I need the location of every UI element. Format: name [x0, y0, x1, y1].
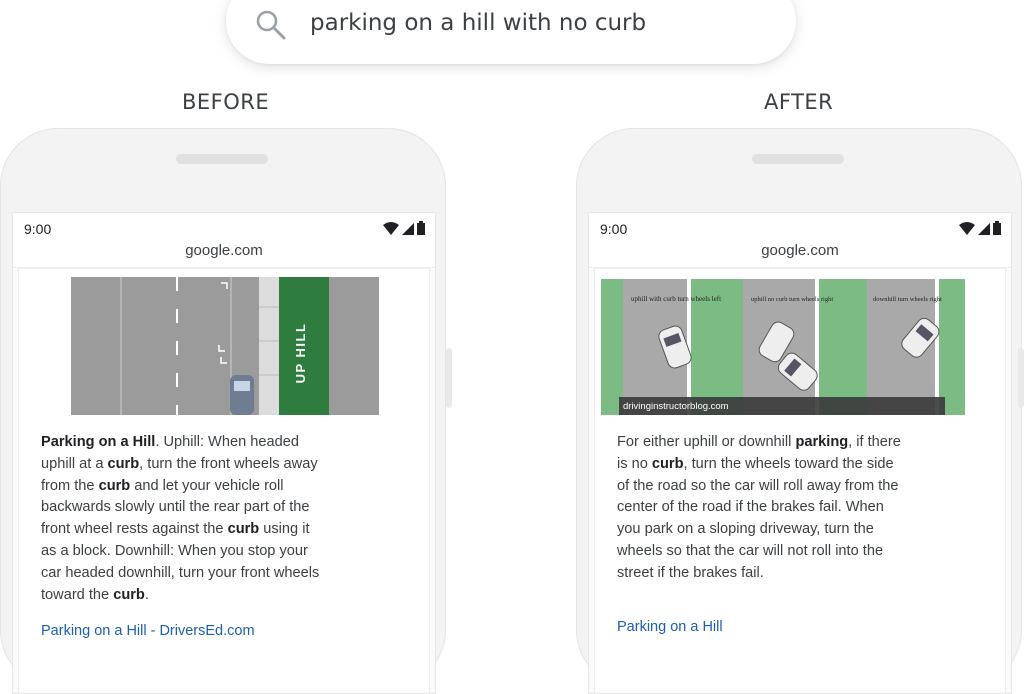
snippet-line: from the curb and let your vehicle roll	[41, 476, 319, 498]
snippet-fragment: is no	[617, 455, 652, 472]
snippet-line: as a block. Downhill: When you stop your	[41, 541, 319, 563]
signal-icon	[402, 223, 414, 235]
snippet-fragment: , turn the wheels toward the side	[683, 455, 894, 472]
snippet-line: For either uphill or downhill parking, i…	[617, 432, 901, 454]
search-query[interactable]: parking on a hill with no curb	[310, 10, 646, 36]
snippet-fragment: street if the brakes fail.	[617, 564, 764, 581]
snippet-line: Parking on a Hill. Uphill: When headed	[41, 432, 319, 454]
featured-snippet-card: uphill with curb turn wheels left uphill…	[595, 269, 1005, 693]
search-icon	[256, 10, 286, 40]
snippet-fragment: , if there	[848, 434, 901, 450]
bold-term: Parking on a Hill	[41, 434, 156, 450]
up-hill-label: UP HILL	[293, 323, 308, 384]
snippet-image[interactable]: uphill with curb turn wheels left uphill…	[601, 279, 965, 415]
snippet-line: center of the road if the brakes fail. W…	[617, 497, 901, 519]
url-bar[interactable]: google.com	[589, 241, 1011, 268]
snippet-image[interactable]: UP HILL	[71, 277, 379, 415]
snippet-fragment: toward the	[41, 586, 114, 603]
snippet-fragment: , turn the front wheels away	[139, 455, 318, 472]
image-credit: drivinginstructorblog.com	[623, 401, 729, 412]
snippet-fragment: wheels so that the car will not roll int…	[617, 542, 884, 559]
phone-speaker	[176, 154, 268, 164]
snippet-fragment: front wheel rests against the	[41, 521, 228, 538]
snippet-fragment: and let your vehicle roll	[130, 477, 284, 494]
status-bar: 9:00	[13, 213, 435, 241]
snippet-line: front wheel rests against the curb using…	[41, 519, 319, 541]
caption-1: uphill with curb turn wheels left	[631, 295, 721, 303]
battery-icon	[417, 221, 425, 235]
snippet-fragment: uphill at a	[41, 455, 108, 472]
after-phone: 9:00 google.com uphill with curb turn wh…	[576, 128, 1022, 694]
signal-icon	[978, 223, 990, 235]
snippet-line: wheels so that the car will not roll int…	[617, 541, 901, 563]
after-label: AFTER	[764, 90, 834, 114]
snippet-line: uphill at a curb, turn the front wheels …	[41, 454, 319, 476]
snippet-fragment: center of the road if the brakes fail. W…	[617, 499, 884, 516]
bold-term: curb	[227, 521, 260, 538]
snippet-text: For either uphill or downhill parking, i…	[617, 432, 901, 585]
bold-term: curb	[107, 455, 140, 472]
snippet-fragment: you park on a sloping driveway, turn the	[617, 521, 874, 538]
results-page: uphill with curb turn wheels left uphill…	[589, 269, 1011, 693]
snippet-line: of the road so the car will roll away fr…	[617, 476, 901, 498]
snippet-fragment: backwards slowly until the rear part of …	[41, 499, 310, 516]
snippet-fragment: . Uphill: When headed	[155, 434, 299, 450]
status-time: 9:00	[600, 221, 628, 237]
snippet-fragment: as a block. Downhill: When you stop your	[41, 542, 308, 559]
search-bar[interactable]: parking on a hill with no curb	[226, 0, 796, 64]
status-bar: 9:00	[589, 213, 1011, 241]
snippet-fragment: car headed downhill, turn your front whe…	[41, 564, 320, 581]
phone-screen: 9:00 google.com UP HILL Parking on a Hil…	[12, 212, 436, 694]
url-bar[interactable]: google.com	[13, 241, 435, 268]
snippet-fragment: For either uphill or downhill	[617, 434, 796, 450]
featured-snippet-card: UP HILL Parking on a Hill. Uphill: When …	[19, 269, 429, 693]
snippet-line: you park on a sloping driveway, turn the	[617, 519, 901, 541]
status-icons	[383, 221, 425, 235]
before-phone: 9:00 google.com UP HILL Parking on a Hil…	[0, 128, 446, 694]
result-link[interactable]: Parking on a Hill - DriversEd.com	[41, 623, 255, 639]
snippet-fragment: using it	[259, 521, 310, 538]
phone-speaker	[752, 154, 844, 164]
caption-2: uphill no curb turn wheels right	[751, 296, 833, 303]
before-label: BEFORE	[182, 90, 270, 114]
snippet-fragment: from the	[41, 477, 99, 494]
status-time: 9:00	[24, 221, 52, 237]
bold-term: curb	[113, 586, 145, 603]
snippet-line: street if the brakes fail.	[617, 563, 901, 585]
snippet-line: toward the curb.	[41, 585, 319, 607]
wifi-icon	[383, 222, 399, 235]
snippet-line: backwards slowly until the rear part of …	[41, 497, 319, 519]
snippet-fragment: .	[144, 586, 149, 603]
bold-term: curb	[651, 455, 684, 472]
caption-3: downhill turn wheels right	[873, 296, 942, 303]
phone-screen: 9:00 google.com uphill with curb turn wh…	[588, 212, 1012, 694]
results-page: UP HILL Parking on a Hill. Uphill: When …	[13, 269, 435, 693]
bold-term: parking	[795, 434, 849, 450]
phone-side-button	[446, 348, 452, 408]
snippet-text: Parking on a Hill. Uphill: When headed up…	[41, 432, 319, 606]
status-icons	[959, 221, 1001, 235]
snippet-fragment: of the road so the car will roll away fr…	[617, 477, 899, 494]
wifi-icon	[959, 222, 975, 235]
result-link[interactable]: Parking on a Hill	[617, 619, 723, 635]
phone-side-button	[1018, 348, 1024, 408]
snippet-line: is no curb, turn the wheels toward the s…	[617, 454, 901, 476]
battery-icon	[993, 221, 1001, 235]
snippet-line: car headed downhill, turn your front whe…	[41, 563, 319, 585]
bold-term: curb	[98, 477, 131, 494]
